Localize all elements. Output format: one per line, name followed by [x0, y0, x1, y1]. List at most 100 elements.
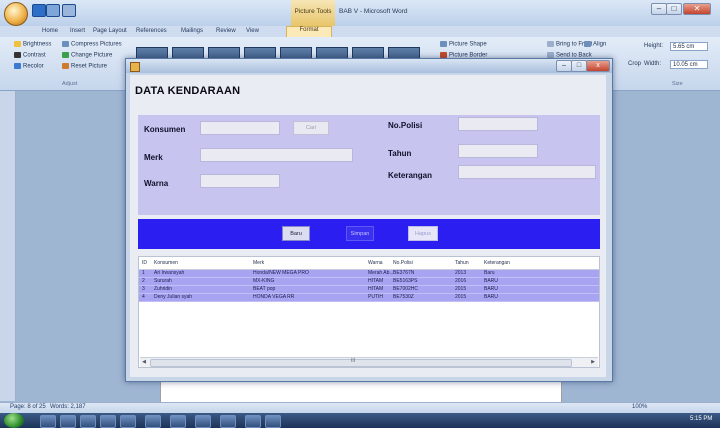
taskbar-app-icon[interactable]	[195, 415, 211, 428]
table-row[interactable]: 4 Deny Julian syah HONDA VEGA RR PUTIH B…	[139, 294, 599, 302]
save-icon[interactable]	[32, 4, 46, 17]
dialog-minimize-button[interactable]: –	[556, 60, 572, 72]
align-icon	[584, 41, 591, 47]
align-button[interactable]: Align	[584, 41, 606, 48]
brightness-icon	[14, 41, 21, 47]
horizontal-scrollbar[interactable]: ◀ III ▶	[140, 357, 598, 367]
column-header[interactable]: No.Polisi	[393, 259, 413, 267]
column-header[interactable]: Warna	[368, 259, 383, 267]
cell-tahun: 2016	[455, 278, 467, 284]
konsumen-field[interactable]	[200, 121, 280, 135]
baru-button[interactable]: Baru	[282, 226, 310, 241]
compress-pictures-button[interactable]: Compress Pictures	[62, 41, 122, 48]
office-button[interactable]	[4, 2, 28, 26]
maximize-button[interactable]: □	[666, 3, 682, 15]
taskbar-app-icon[interactable]	[80, 415, 96, 428]
page-count[interactable]: Page: 8 of 25	[10, 404, 46, 410]
tahun-field[interactable]	[458, 144, 538, 158]
merk-field[interactable]	[200, 148, 353, 162]
cell-nopolisi: BE7002HC	[393, 286, 419, 292]
crop-label: Crop	[628, 61, 642, 67]
maximize-icon: □	[576, 62, 582, 69]
tab-references[interactable]: References	[136, 28, 167, 34]
scroll-left-icon[interactable]: ◀	[140, 358, 148, 366]
reset-picture-button[interactable]: Reset Picture	[62, 63, 107, 70]
column-header[interactable]: Keterangan	[484, 259, 510, 267]
zoom-level[interactable]: 100%	[632, 404, 647, 410]
height-input[interactable]: 5.65 cm	[670, 42, 708, 51]
cell-nopolisi: BE3767N	[393, 270, 415, 276]
taskbar-app-icon[interactable]	[120, 415, 136, 428]
minimize-button[interactable]: –	[651, 3, 667, 15]
system-clock[interactable]: 5:15 PM	[690, 416, 712, 422]
taskbar-app-icon[interactable]	[100, 415, 116, 428]
picture-shape-icon	[440, 41, 447, 47]
cell-keterangan: Baru	[484, 270, 495, 276]
tab-review[interactable]: Review	[216, 28, 236, 34]
column-header[interactable]: Tahun	[455, 259, 469, 267]
group-size: Size	[672, 81, 683, 87]
cell-merk: Honda/NEW MEGA PRO	[253, 270, 309, 276]
dialog-close-button[interactable]: x	[586, 60, 610, 72]
taskbar-app-icon[interactable]	[245, 415, 261, 428]
tab-mailings[interactable]: Mailings	[181, 28, 203, 34]
keterangan-field[interactable]	[458, 165, 596, 179]
cell-warna: PUTIH	[368, 294, 383, 300]
brightness-button[interactable]: Brightness	[14, 41, 51, 48]
context-tab-label: Picture Tools	[294, 8, 332, 15]
cari-button[interactable]: Cari	[293, 121, 329, 135]
undo-icon[interactable]	[46, 4, 60, 17]
taskbar-app-icon[interactable]	[220, 415, 236, 428]
scroll-grip: III	[351, 358, 356, 364]
simpan-button[interactable]: Simpan	[346, 226, 374, 241]
column-header[interactable]: ID	[142, 259, 147, 267]
dialog-content: DATA KENDARAAN Konsumen Cari Merk Warna …	[130, 75, 606, 377]
cell-nopolisi: BE5163PS	[393, 278, 418, 284]
cell-konsumen: Ari Irwansyah	[154, 270, 185, 276]
width-input[interactable]: 10.05 cm	[670, 60, 708, 69]
close-icon: x	[596, 62, 600, 69]
taskbar-app-icon[interactable]	[60, 415, 76, 428]
cell-id: 2	[142, 278, 145, 284]
page-title: DATA KENDARAAN	[135, 85, 241, 97]
compress-icon	[62, 41, 69, 47]
cell-warna: HITAM	[368, 278, 384, 284]
tab-view[interactable]: View	[246, 28, 259, 34]
taskbar-app-icon[interactable]	[265, 415, 281, 428]
warna-field[interactable]	[200, 174, 280, 188]
cell-warna: HITAM	[368, 286, 384, 292]
contrast-button[interactable]: Contrast	[14, 52, 46, 59]
tab-insert[interactable]: Insert	[70, 28, 85, 34]
recolor-button[interactable]: Recolor	[14, 63, 44, 70]
redo-icon[interactable]	[62, 4, 76, 17]
nopolisi-label: No.Polisi	[388, 121, 423, 130]
start-button[interactable]	[4, 413, 24, 428]
button-panel: Baru Simpan Hapus	[138, 219, 600, 249]
brightness-label: Brightness	[23, 41, 52, 48]
column-header[interactable]: Konsumen	[154, 259, 178, 267]
scroll-right-icon[interactable]: ▶	[589, 358, 597, 366]
word-count[interactable]: Words: 2,187	[50, 404, 86, 410]
column-header[interactable]: Merk	[253, 259, 264, 267]
kendaraan-table[interactable]: ID Konsumen Merk Warna No.Polisi Tahun K…	[138, 256, 600, 368]
taskbar-app-icon[interactable]	[40, 415, 56, 428]
recolor-icon	[14, 63, 21, 69]
cell-merk: MX-KING	[253, 278, 275, 284]
dialog-titlebar[interactable]	[126, 59, 612, 73]
dialog-maximize-button[interactable]: □	[571, 60, 587, 72]
contrast-icon	[14, 52, 21, 58]
close-button[interactable]: ✕	[683, 3, 711, 15]
taskbar-app-icon[interactable]	[170, 415, 186, 428]
tab-page-layout[interactable]: Page Layout	[93, 28, 127, 34]
picture-shape-button[interactable]: Picture Shape	[440, 41, 487, 48]
scrollbar-thumb[interactable]: III	[150, 358, 572, 367]
hapus-button[interactable]: Hapus	[408, 226, 438, 241]
crop-button[interactable]: Crop	[628, 61, 641, 67]
taskbar-app-icon[interactable]	[145, 415, 161, 428]
reset-picture-label: Reset Picture	[71, 63, 108, 70]
change-picture-button[interactable]: Change Picture	[62, 52, 112, 59]
tab-home[interactable]: Home	[42, 28, 58, 34]
maximize-icon: □	[671, 4, 677, 13]
recolor-label: Recolor	[23, 63, 44, 70]
nopolisi-field[interactable]	[458, 117, 538, 131]
